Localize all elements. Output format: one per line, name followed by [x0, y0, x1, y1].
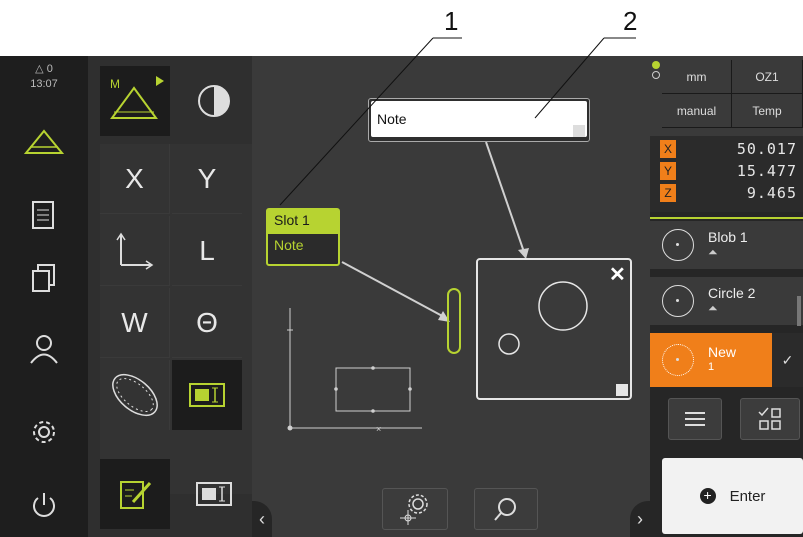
new-feature-index: 1 — [708, 361, 715, 373]
nav-protocol[interactable] — [0, 184, 88, 246]
nav-file[interactable] — [0, 247, 88, 309]
axis-y-label: Y — [660, 162, 676, 180]
confirm-check[interactable]: ✓ — [772, 333, 803, 387]
inspector-panel: mm OZ1 manual Temp X 50.017 Y 15.477 Z 9… — [650, 56, 803, 537]
ref-tab[interactable]: OZ1 — [732, 60, 803, 94]
position-display: X 50.017 Y 15.477 Z 9.465 — [650, 136, 803, 212]
enter-label: Enter — [729, 487, 766, 505]
units-tab[interactable]: mm — [662, 60, 732, 94]
copy-icon — [32, 264, 55, 292]
temp-tab[interactable]: Temp — [732, 94, 803, 128]
feature-name: Blob 1 — [708, 229, 748, 245]
callout-2: 2 — [623, 6, 638, 36]
slot-label-box[interactable]: Slot 1 Note — [266, 208, 340, 266]
document-icon — [32, 201, 54, 229]
measure-icon — [24, 129, 64, 154]
chevron-left-icon: ‹ — [259, 508, 265, 529]
alert-count: 0 — [46, 63, 53, 75]
grid-check-icon — [758, 407, 781, 430]
add-icon: + — [699, 488, 716, 504]
chevron-right-icon: › — [637, 508, 643, 529]
nav-settings[interactable] — [0, 401, 88, 463]
close-icon[interactable]: ✕ — [609, 262, 626, 287]
measure-frame-icon — [196, 482, 232, 506]
mode-tab[interactable]: manual — [662, 94, 732, 128]
measure-tool-button[interactable]: M — [100, 66, 170, 136]
tool-axis[interactable] — [100, 216, 170, 286]
edit-icon — [120, 481, 152, 509]
feature-item-new[interactable]: New 1 ✓ — [650, 333, 803, 387]
menu-icon — [685, 412, 705, 426]
search-button[interactable] — [474, 488, 538, 530]
status-led-off — [652, 71, 660, 79]
new-feature-name: New — [708, 344, 737, 360]
measure-icon: M — [110, 76, 164, 119]
measure-frame-button[interactable] — [184, 469, 244, 519]
tool-ellipse-fit[interactable] — [100, 360, 170, 430]
slot-label-title: Slot 1 — [268, 210, 338, 234]
check-icon: ✓ — [781, 351, 794, 368]
coord-y-value: 15.477 — [736, 162, 797, 180]
axis-icon — [115, 232, 153, 270]
axis-z-label: Z — [660, 184, 676, 202]
svg-text:M: M — [110, 77, 120, 91]
user-icon — [30, 335, 58, 364]
clock: 13:07 — [30, 78, 58, 90]
measure-frame-icon — [189, 383, 225, 407]
edit-mode-button[interactable] — [100, 459, 170, 529]
blob-icon — [662, 229, 694, 261]
tool-w[interactable]: W — [100, 288, 170, 358]
note-field[interactable]: Note — [371, 101, 587, 137]
tool-y[interactable]: Y — [172, 144, 242, 214]
gear-icon — [33, 421, 55, 443]
feature-item-circle[interactable]: Circle 2 ⏶ — [650, 277, 803, 325]
tool-l[interactable]: L — [172, 216, 242, 286]
settings-target-icon — [400, 494, 428, 525]
status-led-on — [652, 61, 660, 69]
contrast-icon — [198, 85, 230, 117]
feature-name: Circle 2 — [708, 285, 756, 301]
menu-button[interactable] — [668, 398, 722, 440]
callout-1: 1 — [444, 6, 459, 36]
axis-x-label: X — [660, 140, 676, 158]
triangle-alert-icon: △ — [35, 63, 44, 75]
feature-item-blob[interactable]: Blob 1 ⏶ — [650, 221, 803, 269]
search-icon — [494, 498, 516, 521]
new-feature-icon — [662, 344, 694, 376]
slot-label-note: Note — [274, 237, 304, 253]
coord-x-value: 50.017 — [736, 140, 797, 158]
tool-x[interactable]: X — [100, 144, 170, 214]
list-scrollbar[interactable] — [797, 296, 801, 326]
settings-button[interactable] — [382, 488, 448, 530]
status-area: △ 0 — [0, 62, 88, 75]
ellipse-fit-icon — [111, 373, 158, 417]
coord-x: X 50.017 — [650, 138, 803, 160]
main-menu: △ 0 13:07 — [0, 56, 88, 537]
nav-measure[interactable] — [0, 111, 88, 173]
tool-measure-frame-active[interactable] — [172, 360, 242, 430]
note-box[interactable]: Note — [368, 98, 590, 142]
measure-icon: ⏶ — [708, 245, 718, 259]
workspace: × ✕ Slot 1 Note Note ‹ › — [252, 56, 650, 537]
tool-theta[interactable]: Θ — [172, 288, 242, 358]
svg-text:×: × — [376, 424, 381, 434]
nav-power[interactable] — [0, 474, 88, 536]
layout-button[interactable] — [740, 398, 800, 440]
coord-z: Z 9.465 — [650, 182, 803, 204]
tool-palette: M X Y L W Θ — [88, 56, 252, 537]
list-divider — [650, 217, 803, 219]
geometry-grid: X Y L W Θ — [100, 144, 252, 494]
circle-icon — [662, 285, 694, 317]
coord-y: Y 15.477 — [650, 160, 803, 182]
coord-z-value: 9.465 — [746, 184, 797, 202]
enter-button[interactable]: + Enter — [662, 458, 803, 534]
power-icon — [33, 493, 55, 517]
nav-user[interactable] — [0, 318, 88, 380]
resize-handle[interactable] — [573, 125, 585, 137]
contrast-button[interactable] — [184, 71, 244, 131]
measure-icon: ⏶ — [708, 301, 718, 315]
device-screen: △ 0 13:07 M X Y L W Θ × ✕ Slot 1 Note No… — [0, 56, 803, 537]
